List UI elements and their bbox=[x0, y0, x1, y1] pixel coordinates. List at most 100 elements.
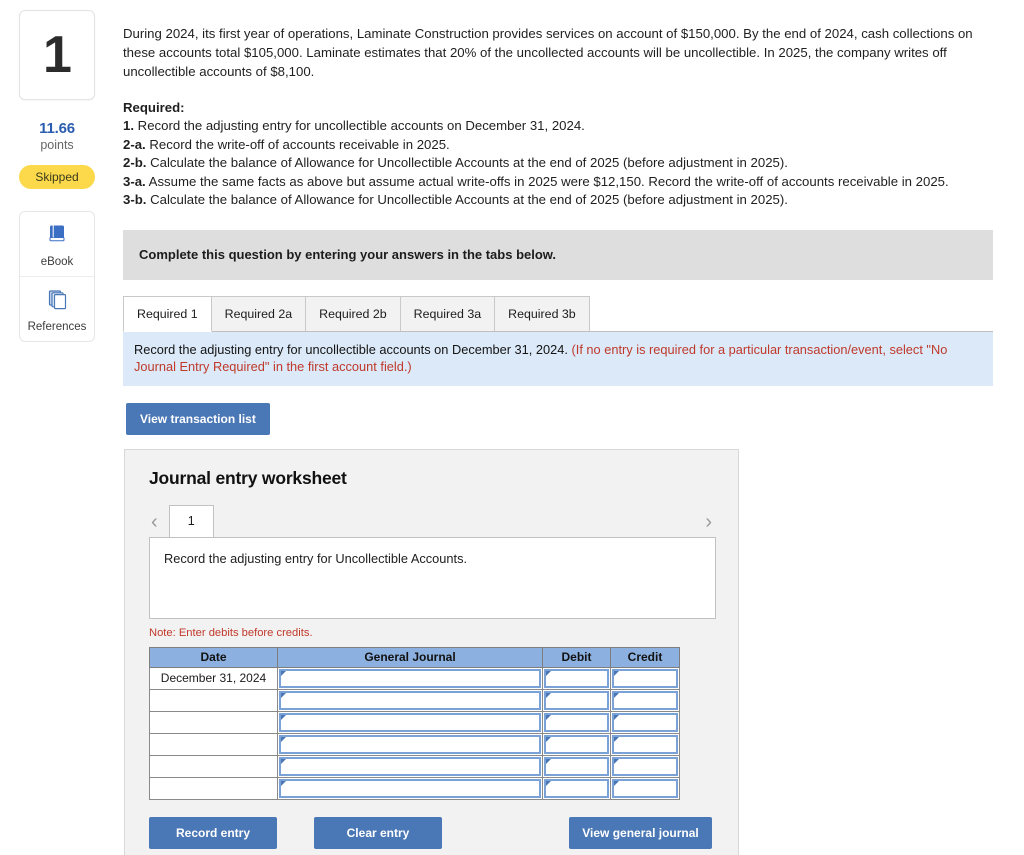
requirement-item: 2-b. Calculate the balance of Allowance … bbox=[123, 154, 1003, 173]
cell-debit[interactable] bbox=[542, 688, 611, 712]
cell-debit[interactable] bbox=[542, 754, 611, 778]
cell-general-journal[interactable] bbox=[277, 732, 543, 756]
tab-label: Required 3b bbox=[508, 306, 576, 321]
column-header-credit: Credit bbox=[610, 646, 680, 668]
tab-required-3a[interactable]: Required 3a bbox=[399, 295, 496, 331]
account-dropdown[interactable] bbox=[279, 668, 541, 688]
view-transaction-list-button[interactable]: View transaction list bbox=[126, 402, 270, 435]
required-heading: Required: bbox=[123, 100, 185, 115]
credit-input[interactable] bbox=[612, 712, 678, 732]
column-header-general-journal: General Journal bbox=[277, 646, 543, 668]
cell-date[interactable] bbox=[149, 732, 278, 756]
cell-debit[interactable] bbox=[542, 710, 611, 734]
debit-input[interactable] bbox=[544, 778, 609, 798]
tab-label: Required 3a bbox=[413, 306, 482, 321]
cell-credit[interactable] bbox=[610, 666, 680, 690]
cell-credit[interactable] bbox=[610, 754, 680, 778]
account-dropdown[interactable] bbox=[279, 756, 541, 776]
debit-input[interactable] bbox=[544, 734, 609, 754]
tab-label: Required 2b bbox=[319, 306, 387, 321]
tab-instruction-band: Record the adjusting entry for uncollect… bbox=[123, 331, 993, 386]
tab-required-1[interactable]: Required 1 bbox=[123, 295, 212, 332]
cell-credit[interactable] bbox=[610, 710, 680, 734]
cell-date[interactable]: December 31, 2024 bbox=[149, 666, 278, 690]
complete-question-text: Complete this question by entering your … bbox=[139, 247, 557, 263]
table-row bbox=[149, 688, 680, 712]
requirement-text: Assume the same facts as above but assum… bbox=[148, 173, 949, 189]
record-entry-button[interactable]: Record entry bbox=[149, 816, 277, 849]
debit-input[interactable] bbox=[544, 756, 609, 776]
instruction-black-text: Record the adjusting entry for uncollect… bbox=[134, 341, 568, 357]
requirement-text: Calculate the balance of Allowance for U… bbox=[150, 192, 788, 208]
worksheet-page-tab-1[interactable]: 1 bbox=[168, 504, 214, 537]
references-icon bbox=[45, 287, 69, 316]
account-dropdown[interactable] bbox=[279, 778, 541, 798]
points-label: points bbox=[40, 138, 74, 152]
requirement-text: Record the adjusting entry for uncollect… bbox=[137, 118, 585, 133]
account-dropdown[interactable] bbox=[279, 734, 541, 754]
clear-entry-button[interactable]: Clear entry bbox=[314, 816, 442, 849]
status-badge: Skipped bbox=[19, 165, 95, 189]
account-dropdown[interactable] bbox=[279, 712, 541, 732]
account-dropdown[interactable] bbox=[279, 690, 541, 710]
credit-input[interactable] bbox=[612, 756, 678, 776]
cell-date[interactable] bbox=[149, 710, 278, 734]
credit-input[interactable] bbox=[612, 734, 678, 754]
complete-question-banner: Complete this question by entering your … bbox=[123, 229, 993, 280]
question-number: 1 bbox=[43, 26, 72, 84]
worksheet-footer: Record entry Clear entry View general jo… bbox=[149, 816, 716, 855]
debit-input[interactable] bbox=[544, 668, 609, 688]
debit-input[interactable] bbox=[544, 690, 609, 710]
requirement-number: 2-a. bbox=[123, 136, 146, 152]
references-button[interactable]: References bbox=[20, 276, 94, 341]
column-header-date: Date bbox=[149, 646, 278, 668]
credit-input[interactable] bbox=[612, 778, 678, 798]
table-row bbox=[149, 754, 680, 778]
cell-general-journal[interactable] bbox=[277, 754, 543, 778]
requirement-item: 3-b. Calculate the balance of Allowance … bbox=[123, 191, 1003, 210]
requirement-number: 3-a. bbox=[123, 173, 146, 189]
requirement-item: 2-a. Record the write-off of accounts re… bbox=[123, 136, 1003, 155]
requirement-item: 3-a. Assume the same facts as above but … bbox=[123, 173, 1003, 192]
references-label: References bbox=[27, 321, 87, 333]
requirement-number: 1. bbox=[123, 118, 134, 133]
ebook-button[interactable]: eBook bbox=[20, 212, 94, 276]
column-header-debit: Debit bbox=[542, 646, 611, 668]
requirement-item: 1. Record the adjusting entry for uncoll… bbox=[123, 117, 1003, 136]
cell-debit[interactable] bbox=[542, 666, 611, 690]
cell-general-journal[interactable] bbox=[277, 710, 543, 734]
cell-date[interactable] bbox=[149, 776, 278, 800]
cell-date[interactable] bbox=[149, 754, 278, 778]
question-main: During 2024, its first year of operation… bbox=[114, 0, 1024, 855]
chevron-right-icon[interactable]: › bbox=[703, 512, 716, 537]
worksheet-page-number: 1 bbox=[187, 514, 195, 529]
cell-general-journal[interactable] bbox=[277, 688, 543, 712]
debit-input[interactable] bbox=[544, 712, 609, 732]
cell-credit[interactable] bbox=[610, 732, 680, 756]
tab-required-2b[interactable]: Required 2b bbox=[305, 295, 401, 331]
view-general-journal-button[interactable]: View general journal bbox=[569, 816, 712, 849]
chevron-left-icon[interactable]: ‹ bbox=[149, 512, 162, 537]
credit-input[interactable] bbox=[612, 690, 678, 710]
tab-required-2a[interactable]: Required 2a bbox=[210, 295, 307, 331]
cell-debit[interactable] bbox=[542, 776, 611, 800]
table-row: December 31, 2024 bbox=[149, 666, 680, 690]
credit-input[interactable] bbox=[612, 668, 678, 688]
cell-date[interactable] bbox=[149, 688, 278, 712]
cell-general-journal[interactable] bbox=[277, 666, 543, 690]
requirement-tabs: Required 1 Required 2a Required 2b Requi… bbox=[123, 295, 993, 332]
cell-credit[interactable] bbox=[610, 688, 680, 712]
table-header-row: Date General Journal Debit Credit bbox=[149, 646, 680, 668]
tab-label: Required 2a bbox=[224, 306, 293, 321]
table-row bbox=[149, 732, 680, 756]
cell-credit[interactable] bbox=[610, 776, 680, 800]
sidebar-tools: eBook References bbox=[19, 211, 95, 342]
worksheet-title: Journal entry worksheet bbox=[149, 467, 347, 488]
ebook-label: eBook bbox=[40, 256, 74, 268]
question-stem: During 2024, its first year of operation… bbox=[123, 26, 973, 79]
cell-general-journal[interactable] bbox=[277, 776, 543, 800]
worksheet-pager: ‹ 1 › bbox=[149, 504, 716, 537]
worksheet-description-text: Record the adjusting entry for Uncollect… bbox=[164, 550, 468, 566]
tab-required-3b[interactable]: Required 3b bbox=[494, 295, 590, 331]
cell-debit[interactable] bbox=[542, 732, 611, 756]
